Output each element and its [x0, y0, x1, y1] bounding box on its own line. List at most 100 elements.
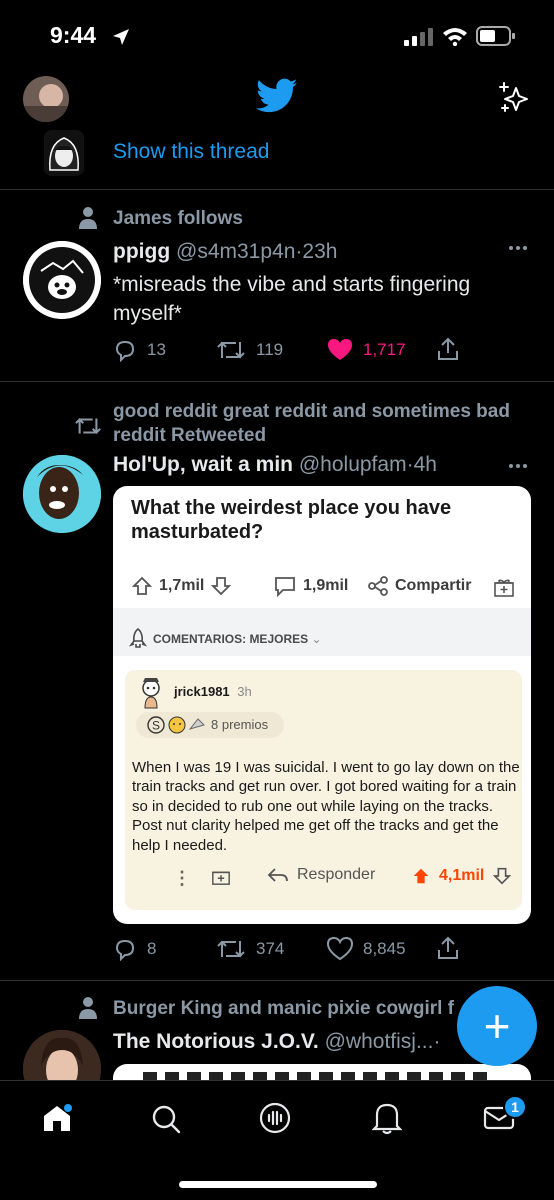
like-button[interactable]: 8,845: [327, 937, 406, 961]
sort-text: COMENTARIOS: MEJORES: [153, 632, 309, 646]
display-name[interactable]: ppigg: [113, 240, 170, 263]
retweet-count: 374: [256, 939, 285, 958]
handle[interactable]: @s4m31p4n: [176, 240, 295, 263]
svg-text:S: S: [152, 719, 160, 733]
home-icon[interactable]: [40, 1103, 74, 1133]
display-name[interactable]: Hol'Up, wait a min: [113, 453, 293, 476]
retweet-icon: [217, 940, 245, 958]
comment-meta: jrick1981 3h: [174, 684, 252, 699]
retweet-count: 119: [256, 340, 284, 359]
person-icon: [78, 996, 98, 1020]
comment-icon: [275, 577, 295, 597]
retweet-button[interactable]: 119: [216, 338, 283, 362]
divider: [0, 189, 554, 190]
comment-count-group: 1,9mil: [273, 574, 348, 598]
timestamp[interactable]: 4h: [414, 453, 437, 476]
reddit-comment: jrick1981 3h S 8 premios When I was 19 I…: [125, 670, 522, 910]
handle[interactable]: @whotfisj...: [325, 1030, 434, 1053]
commenter-name: jrick1981: [174, 684, 230, 699]
handle[interactable]: @holupfam: [299, 453, 407, 476]
reply-button[interactable]: 13: [113, 338, 166, 362]
tab-bar: 1: [0, 1080, 554, 1200]
home-indicator: [179, 1181, 377, 1188]
spaces-icon[interactable]: [258, 1101, 292, 1135]
display-name[interactable]: The Notorious J.O.V.: [113, 1030, 319, 1053]
timestamp[interactable]: 23h: [302, 240, 337, 263]
rocket-icon: [129, 628, 147, 648]
tweet1-header: ppigg @s4m31p4n·23h: [113, 240, 337, 264]
reply-action: Responder: [267, 866, 375, 884]
messages-badge: 1: [503, 1095, 527, 1119]
bell-icon[interactable]: [372, 1101, 402, 1135]
wifi-icon: [442, 26, 468, 46]
like-count: 1,717: [363, 340, 406, 359]
share-icon[interactable]: [436, 935, 460, 961]
like-button[interactable]: 1,717: [327, 338, 406, 362]
heart-icon: [327, 937, 353, 961]
retweet-icon: [217, 341, 245, 359]
upvote-count: 1,7mil: [159, 577, 205, 594]
tweet3-header: The Notorious J.O.V. @whotfisj...·: [113, 1030, 440, 1054]
comment-age: 3h: [237, 684, 252, 699]
media-card[interactable]: What the weirdest place you have masturb…: [113, 486, 531, 924]
tweet2-header: Hol'Up, wait a min @holupfam·4h: [113, 453, 437, 477]
context-line: reddit Retweeted: [113, 425, 267, 446]
divider: [0, 381, 554, 382]
location-arrow-icon: [112, 28, 130, 46]
downvote-icon: [493, 867, 512, 885]
tweet-text-line: *misreads the vibe and starts fingering: [113, 273, 471, 296]
reply-icon: [115, 939, 135, 961]
vote-group: 1,7mil: [131, 574, 232, 598]
comment-score: 4,1mil: [411, 866, 512, 886]
awards-count: 8 premios: [211, 717, 269, 732]
sort-label: COMENTARIOS: MEJORES ⌄: [153, 632, 322, 646]
more-vertical-icon: ⋮: [173, 868, 191, 888]
reddit-question: What the weirdest place you have masturb…: [131, 497, 452, 543]
battery-icon: [476, 26, 516, 46]
more-icon[interactable]: [508, 244, 528, 252]
downvote-icon: [211, 577, 232, 596]
commenter-avatar: [137, 676, 165, 710]
divider: [0, 980, 554, 981]
more-icon[interactable]: [508, 462, 528, 470]
reply-button[interactable]: 8: [113, 937, 156, 961]
chevron-down-icon: ⌄: [311, 632, 322, 646]
share-label: Compartir: [395, 577, 472, 594]
reply-count: 13: [147, 340, 166, 359]
reply-label: Responder: [297, 866, 376, 883]
comment-score-value: 4,1mil: [439, 867, 485, 884]
share-nodes-icon: [368, 576, 388, 596]
search-icon[interactable]: [150, 1103, 182, 1135]
reply-icon: [115, 340, 135, 362]
thread-avatar[interactable]: [44, 130, 84, 176]
gift-icon: [493, 576, 515, 598]
profile-avatar[interactable]: [23, 76, 69, 122]
tweet2-avatar[interactable]: [23, 455, 101, 533]
social-context: James follows: [113, 208, 243, 229]
twitter-bird-icon[interactable]: [256, 78, 298, 114]
share-group: Compartir: [367, 574, 471, 598]
show-thread-link[interactable]: Show this thread: [113, 140, 269, 164]
sparkle-icon[interactable]: [496, 80, 532, 116]
reply-count: 8: [147, 939, 157, 958]
tweet-text-line: myself*: [113, 302, 182, 325]
comment-count: 1,9mil: [303, 577, 349, 594]
awards-pill: S 8 premios: [136, 712, 284, 738]
tweet1-avatar[interactable]: [23, 241, 101, 319]
reply-arrow-icon: [267, 868, 288, 882]
compose-button[interactable]: +: [457, 986, 537, 1066]
retweet-button[interactable]: 374: [216, 937, 284, 961]
status-time: 9:44: [50, 22, 97, 48]
upvote-filled-icon: [413, 868, 429, 884]
signal-icon: [404, 28, 434, 46]
person-icon: [78, 206, 98, 230]
heart-icon: [328, 339, 352, 360]
like-count: 8,845: [363, 939, 406, 958]
separator: ·: [406, 453, 414, 476]
separator: ·: [433, 1030, 441, 1053]
award-icons: S: [147, 716, 205, 734]
context-line: good reddit great reddit and sometimes b…: [113, 401, 510, 422]
tweet1-text: *misreads the vibe and starts fingering …: [113, 270, 470, 328]
social-context: Burger King and manic pixie cowgirl f: [113, 998, 454, 1019]
share-icon[interactable]: [436, 336, 460, 362]
